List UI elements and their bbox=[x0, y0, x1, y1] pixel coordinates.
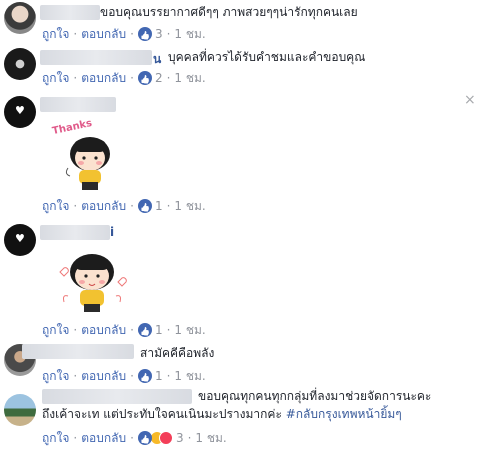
sticker-girl-hearts-icon bbox=[59, 254, 127, 312]
timestamp[interactable]: 1 ชม. bbox=[174, 27, 205, 41]
like-reaction-icon bbox=[137, 199, 152, 213]
reaction-count: 1 bbox=[154, 323, 163, 337]
comment-actions: ถูกใจ·ตอบกลับ·1·1 ชม. bbox=[42, 322, 206, 338]
avatar[interactable] bbox=[4, 48, 36, 80]
comment-actions: ถูกใจ·ตอบกลับ·3·1 ชม. bbox=[42, 26, 206, 42]
sticker-image: Thanks bbox=[51, 118, 132, 200]
like-link[interactable]: ถูกใจ bbox=[42, 27, 69, 41]
commenter-name[interactable] bbox=[40, 225, 110, 240]
reactions[interactable]: 2 bbox=[137, 71, 163, 85]
reactions[interactable]: 1 bbox=[137, 369, 163, 383]
like-link[interactable]: ถูกใจ bbox=[42, 431, 69, 445]
timestamp[interactable]: 1 ชม. bbox=[174, 71, 205, 85]
reply-link[interactable]: ตอบกลับ bbox=[81, 323, 126, 337]
timestamp[interactable]: 1 ชม. bbox=[174, 323, 205, 337]
like-reaction-icon bbox=[137, 369, 152, 383]
reaction-count: 1 bbox=[154, 199, 163, 213]
reaction-count: 3 bbox=[154, 27, 163, 41]
comment-actions: ถูกใจ·ตอบกลับ·3·1 ชม. bbox=[42, 430, 227, 446]
like-reaction-icon bbox=[137, 27, 152, 41]
like-link[interactable]: ถูกใจ bbox=[42, 323, 69, 337]
close-icon[interactable]: × bbox=[464, 92, 476, 108]
reply-link[interactable]: ตอบกลับ bbox=[81, 369, 126, 383]
comment-text: สามัคคีคือพลัง bbox=[140, 346, 215, 360]
hashtag-link[interactable]: #กลับกรุงเทพหน้ายิ้มๆ bbox=[286, 407, 402, 421]
love-reaction-icon bbox=[158, 431, 173, 445]
avatar[interactable] bbox=[4, 2, 36, 34]
like-link[interactable]: ถูกใจ bbox=[42, 369, 69, 383]
avatar[interactable] bbox=[4, 96, 36, 128]
reply-link[interactable]: ตอบกลับ bbox=[81, 71, 126, 85]
timestamp[interactable]: 1 ชม. bbox=[195, 431, 226, 445]
reactions[interactable]: 1 bbox=[137, 323, 163, 337]
reaction-count: 2 bbox=[154, 71, 163, 85]
timestamp[interactable]: 1 ชม. bbox=[174, 369, 205, 383]
reply-link[interactable]: ตอบกลับ bbox=[81, 199, 126, 213]
reactions[interactable]: 1 bbox=[137, 199, 163, 213]
reply-link[interactable]: ตอบกลับ bbox=[81, 431, 126, 445]
comment-text-line2: ถึงเค้าจะเท แต่ประทับใจคนเนินมะปรางมากค่… bbox=[42, 406, 402, 423]
commenter-name-tail[interactable]: i bbox=[110, 225, 114, 239]
commenter-name[interactable] bbox=[22, 344, 134, 359]
commenter-name[interactable] bbox=[42, 389, 192, 404]
comment-actions: ถูกใจ·ตอบกลับ·2·1 ชม. bbox=[42, 70, 206, 86]
reply-link[interactable]: ตอบกลับ bbox=[81, 27, 126, 41]
avatar[interactable] bbox=[4, 394, 36, 426]
like-reaction-icon bbox=[137, 431, 152, 445]
commenter-name[interactable] bbox=[40, 50, 152, 65]
like-reaction-icon bbox=[137, 71, 152, 85]
comment-text: ถึงเค้าจะเท แต่ประทับใจคนเนินมะปรางมากค่… bbox=[42, 407, 286, 421]
like-link[interactable]: ถูกใจ bbox=[42, 71, 69, 85]
timestamp[interactable]: 1 ชม. bbox=[174, 199, 205, 213]
reactions[interactable]: 3 bbox=[137, 431, 184, 445]
comment-actions: ถูกใจ·ตอบกลับ·1·1 ชม. bbox=[42, 198, 206, 214]
comment-text: ขอบคุณบรรยากาศดีๆๆ ภาพสวยๆๆน่ารักทุกคนเล… bbox=[100, 5, 358, 19]
commenter-name-tail[interactable]: น bbox=[153, 50, 161, 69]
reactions[interactable]: 3 bbox=[137, 27, 163, 41]
like-reaction-icon bbox=[137, 323, 152, 337]
comment-text-line1: ขอบคุณทุกคนทุกกลุ่มที่ลงมาช่วยจัดการนะคะ bbox=[198, 389, 432, 403]
commenter-name[interactable] bbox=[40, 5, 100, 20]
sticker-image bbox=[52, 242, 132, 322]
comment-text: บุคคลที่ควรได้รับคำชมและคำขอบคุณ bbox=[168, 50, 366, 64]
comment-actions: ถูกใจ·ตอบกลับ·1·1 ชม. bbox=[42, 368, 206, 384]
reaction-count: 1 bbox=[154, 369, 163, 383]
avatar[interactable] bbox=[4, 224, 36, 256]
reaction-count: 3 bbox=[175, 431, 184, 445]
commenter-name[interactable] bbox=[40, 97, 116, 112]
like-link[interactable]: ถูกใจ bbox=[42, 199, 69, 213]
